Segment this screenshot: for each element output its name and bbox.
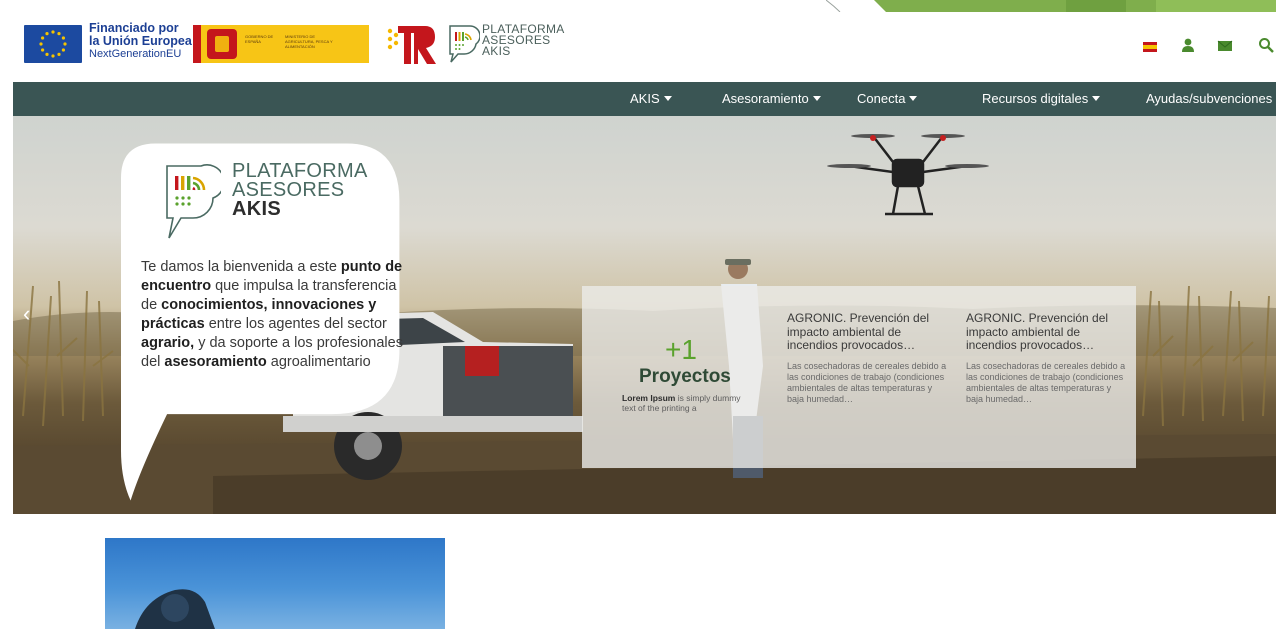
chevron-down-icon [663, 96, 672, 101]
farmer-photo-image [135, 589, 215, 629]
hero-banner: ‹ PLATAFORMA ASESORES AKIS Te damos la b… [13, 116, 1276, 514]
spain-crest-icon [207, 29, 237, 59]
header-corner-decoration [826, 0, 1276, 12]
plan-recuperacion-logo [387, 26, 436, 64]
akis-brand-text: PLATAFORMA ASESORES AKIS [482, 23, 565, 58]
carousel-prev-icon[interactable]: ‹ [23, 301, 30, 327]
stat-label: Proyectos [639, 366, 731, 387]
nav-item-conecta[interactable]: Conecta [857, 91, 918, 106]
section-photo [105, 538, 445, 629]
nav-item-ayudas-subvenciones[interactable]: Ayudas/subvenciones [1146, 91, 1272, 106]
project-card[interactable]: AGRONIC. Prevención del impacto ambienta… [966, 311, 1126, 405]
nav-item-asesoramiento[interactable]: Asesoramiento [722, 91, 821, 106]
eu-funding-text: Financiado por la Unión Europea NextGene… [89, 22, 192, 61]
brand-line3: AKIS [482, 44, 511, 58]
chevron-down-icon [812, 96, 821, 101]
welcome-text: Te damos la bienvenida a este punto de e… [141, 259, 403, 370]
chevron-down-icon [909, 96, 918, 101]
stat-value: +1 [665, 334, 697, 365]
stats-panel: +1 Proyectos Lorem Ipsum is simply dummy… [582, 286, 1136, 468]
chevron-down-icon [1092, 96, 1101, 101]
hero-brand-title: PLATAFORMA ASESORES AKIS [232, 161, 368, 220]
eu-funding-line2: la Unión Europea [89, 34, 192, 48]
gobierno-espana-logo: GOBIERNO DE ESPAÑA MINISTERIO DE AGRICUL… [193, 25, 369, 63]
akis-logo-large [166, 164, 221, 239]
user-icon[interactable] [1180, 37, 1196, 53]
search-icon[interactable] [1258, 37, 1274, 53]
project-card-title[interactable]: AGRONIC. Prevención del impacto ambienta… [966, 311, 1126, 353]
site-header: Financiado por la Unión Europea NextGene… [0, 12, 1276, 82]
main-navigation: AKIS Asesoramiento Conecta Recursos digi… [13, 82, 1276, 116]
akis-logo-icon [449, 25, 480, 63]
eu-funding-line3: NextGenerationEU [89, 48, 182, 60]
drone-shape [827, 134, 989, 216]
project-card-body: Las cosechadoras de cereales debido a la… [966, 360, 1126, 404]
nav-item-akis[interactable]: AKIS [630, 91, 672, 106]
mail-icon[interactable] [1217, 38, 1233, 54]
ministerio-text: MINISTERIO DE AGRICULTURA, PESCA Y ALIME… [285, 34, 333, 49]
project-card-title[interactable]: AGRONIC. Prevención del impacto ambienta… [787, 311, 947, 353]
nav-item-recursos-digitales[interactable]: Recursos digitales [982, 91, 1101, 106]
project-card[interactable]: AGRONIC. Prevención del impacto ambienta… [787, 311, 947, 405]
hero-brand-line3: AKIS [232, 198, 281, 220]
project-card-body: Las cosechadoras de cereales debido a la… [787, 360, 947, 404]
stat-description: Lorem Ipsum is simply dummy text of the … [622, 393, 741, 413]
spain-flag-icon[interactable] [1143, 42, 1157, 52]
eu-flag-logo [24, 25, 82, 63]
gobierno-text: GOBIERNO DE ESPAÑA [245, 34, 274, 44]
